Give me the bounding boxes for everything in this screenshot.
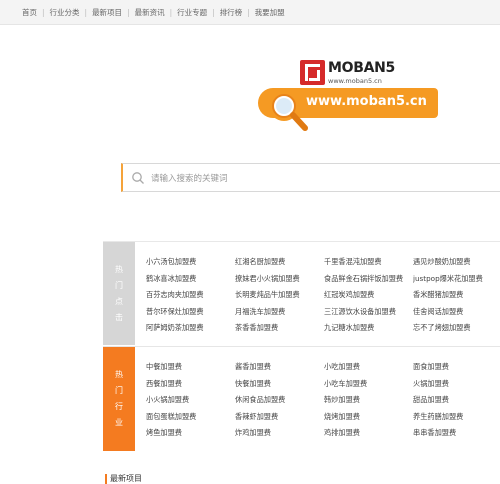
hot-clicks-label: 热门点击 [103,242,135,345]
logo-name: MOBAN5 [328,60,395,76]
list-item-link[interactable]: 三江源饮水设备加盟费 [324,304,413,321]
nav-link[interactable]: 行业分类 [50,7,80,18]
list-item-link[interactable]: 普尔环保灶加盟费 [146,304,235,321]
list-item-link[interactable]: 酱香加盟费 [235,359,324,376]
list-item-link[interactable]: 鸡排加盟费 [324,425,413,442]
list-item-link[interactable]: 百芬志肉夹加盟费 [146,287,235,304]
nav-separator: | [247,7,250,17]
list-item-link[interactable]: 小吃车加盟费 [324,376,413,393]
list-item-link[interactable]: 茶香香加盟费 [235,320,324,337]
list-row: 普尔环保灶加盟费 月福洗车加盟费 三江源饮水设备加盟费 佳舍阅话加盟费 [146,304,500,321]
list-item-link[interactable]: 月福洗车加盟费 [235,304,324,321]
hot-industry-list: 中餐加盟费 酱香加盟费 小吃加盟费 面食加盟费 西餐加盟费 快餐加盟费 小吃车加盟费 火锅加盟… [146,359,500,442]
nav-link[interactable]: 排行榜 [220,7,243,18]
hot-industry-panel: 热门行业 中餐加盟费 酱香加盟费 小吃加盟费 面食加盟费 西餐加盟费 快餐加盟费 小吃车加盟… [103,346,500,451]
list-item-link[interactable]: 快餐加盟费 [235,376,324,393]
section-title: 最新项目 [105,474,142,484]
nav-link[interactable]: 首页 [22,7,37,18]
list-item-link[interactable]: 食品鲜金石锅拌饭加盟费 [324,271,413,288]
list-row: 小六汤包加盟费 红湘名厨加盟费 千里香混沌加盟费 遇见炒酸奶加盟费 [146,254,500,271]
panel-label-char: 点 [115,296,123,306]
nav-link[interactable]: 最新资讯 [135,7,165,18]
list-item-link[interactable]: justpop爆米花加盟费 [413,271,500,288]
list-row: 面包蛋糕加盟费 香辣虾加盟费 烧烤加盟费 养生药膳加盟费 [146,409,500,426]
list-item-link[interactable]: 中餐加盟费 [146,359,235,376]
list-item-link[interactable]: 串串香加盟费 [413,425,500,442]
hot-clicks-panel: 热门点击 小六汤包加盟费 红湘名厨加盟费 千里香混沌加盟费 遇见炒酸奶加盟费 鹤冰喜冰加… [103,241,500,345]
logo-url: www.moban5.cn [328,77,382,85]
nav-link[interactable]: 我要加盟 [255,7,285,18]
list-row: 中餐加盟费 酱香加盟费 小吃加盟费 面食加盟费 [146,359,500,376]
list-item-link[interactable]: 炸鸡加盟费 [235,425,324,442]
moban5-logo[interactable]: MOBAN5 www.moban5.cn [300,60,400,88]
list-item-link[interactable]: 长明麦炖品牛加盟费 [235,287,324,304]
list-row: 百芬志肉夹加盟费 长明麦炖品牛加盟费 红冠炭鸡加盟费 香米醋猪加盟费 [146,287,500,304]
list-row: 烤鱼加盟费 炸鸡加盟费 鸡排加盟费 串串香加盟费 [146,425,500,442]
list-item-link[interactable]: 香辣虾加盟费 [235,409,324,426]
top-navigation: 首页 | 行业分类 | 最新项目 | 最新资讯 | 行业专题 | 排行榜 | 我要加盟 [0,0,500,25]
nav-separator: | [169,7,173,17]
list-row: 西餐加盟费 快餐加盟费 小吃车加盟费 火锅加盟费 [146,376,500,393]
nav-link[interactable]: 行业专题 [177,7,207,18]
list-item-link[interactable]: 千里香混沌加盟费 [324,254,413,271]
hot-industry-label: 热门行业 [103,347,135,451]
magnifier-icon [269,91,308,131]
panel-label-char: 击 [115,312,123,322]
logo-mark-icon [300,60,325,85]
nav-separator: | [212,7,215,17]
list-item-link[interactable]: 撩妹君小火锅加盟费 [235,271,324,288]
panel-label-char: 热 [115,264,123,274]
list-item-link[interactable]: 鹤冰喜冰加盟费 [146,271,235,288]
banner-url-text: www.moban5.cn [306,94,427,109]
panel-label-char: 业 [115,418,123,427]
panel-label-char: 门 [115,280,123,290]
list-item-link[interactable]: 小火锅加盟费 [146,392,235,409]
search-icon [132,171,144,184]
search-placeholder: 请输入搜索的关键词 [151,173,228,184]
list-item-link[interactable]: 小六汤包加盟费 [146,254,235,271]
hot-clicks-list: 小六汤包加盟费 红湘名厨加盟费 千里香混沌加盟费 遇见炒酸奶加盟费 鹤冰喜冰加盟费 撩妹君… [146,254,500,337]
list-item-link[interactable]: 面食加盟费 [413,359,500,376]
list-item-link[interactable]: 烧烤加盟费 [324,409,413,426]
list-item-link[interactable]: 烤鱼加盟费 [146,425,235,442]
list-item-link[interactable]: 韩炒加盟费 [324,392,413,409]
list-row: 小火锅加盟费 休闲食品加盟费 韩炒加盟费 甜品加盟费 [146,392,500,409]
list-item-link[interactable]: 忘不了烤翅加盟费 [413,320,500,337]
list-item-link[interactable]: 红冠炭鸡加盟费 [324,287,413,304]
list-row: 阿萨姆奶茶加盟费 茶香香加盟费 九记糖水加盟费 忘不了烤翅加盟费 [146,320,500,337]
nav-separator: | [42,7,45,17]
panel-label-char: 门 [115,386,123,395]
list-item-link[interactable]: 香米醋猪加盟费 [413,287,500,304]
nav-link[interactable]: 最新项目 [92,7,122,18]
list-item-link[interactable]: 火锅加盟费 [413,376,500,393]
list-item-link[interactable]: 面包蛋糕加盟费 [146,409,235,426]
list-row: 鹤冰喜冰加盟费 撩妹君小火锅加盟费 食品鲜金石锅拌饭加盟费 justpop爆米花加盟费 [146,271,500,288]
list-item-link[interactable]: 西餐加盟费 [146,376,235,393]
nav-separator: | [84,7,88,17]
list-item-link[interactable]: 遇见炒酸奶加盟费 [413,254,500,271]
list-item-link[interactable]: 甜品加盟费 [413,392,500,409]
search-input[interactable]: 请输入搜索的关键词 [121,163,500,192]
list-item-link[interactable]: 红湘名厨加盟费 [235,254,324,271]
list-item-link[interactable]: 阿萨姆奶茶加盟费 [146,320,235,337]
list-item-link[interactable]: 佳舍阅话加盟费 [413,304,500,321]
panel-label-char: 热 [115,370,123,379]
list-item-link[interactable]: 休闲食品加盟费 [235,392,324,409]
panel-label-char: 行 [115,402,123,411]
list-item-link[interactable]: 九记糖水加盟费 [324,320,413,337]
nav-separator: | [127,7,130,17]
list-item-link[interactable]: 小吃加盟费 [324,359,413,376]
list-item-link[interactable]: 养生药膳加盟费 [413,409,500,426]
